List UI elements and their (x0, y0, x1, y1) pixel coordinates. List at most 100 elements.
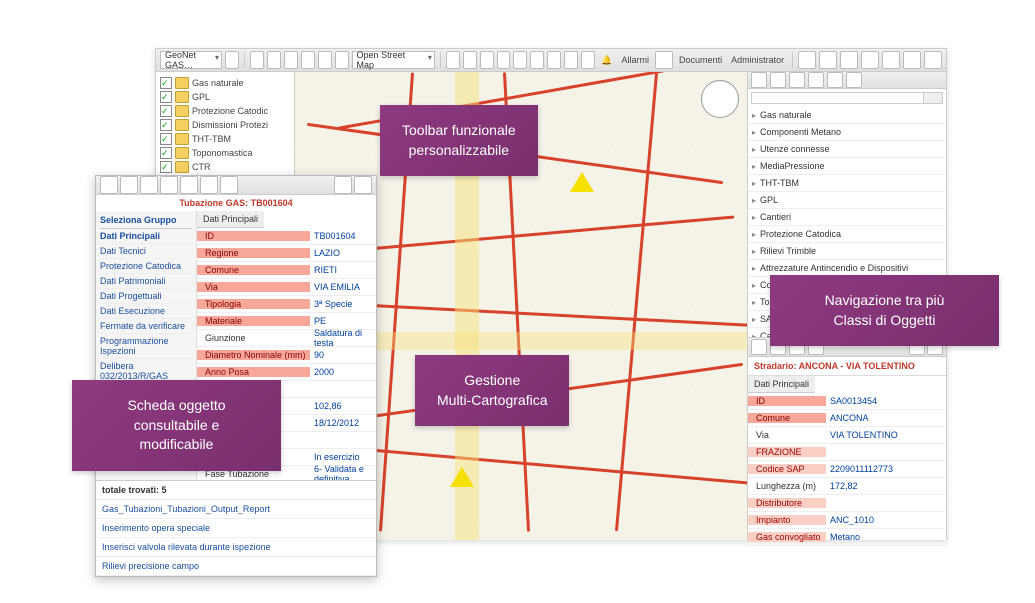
toolbar-icon[interactable] (798, 51, 816, 69)
field-value[interactable]: VIA TOLENTINO (826, 430, 946, 440)
field-value[interactable]: 3ª Specie (310, 299, 376, 309)
detail-group-item[interactable]: Dati Patrimoniali (100, 274, 192, 289)
panel-icon[interactable] (751, 339, 767, 355)
field-value[interactable]: ANCONA (826, 413, 946, 423)
layer-checkbox[interactable] (160, 133, 172, 145)
field-value[interactable]: SA0013454 (826, 396, 946, 406)
bell-icon[interactable]: 🔔 (598, 55, 615, 66)
detail-toolbar-icon[interactable] (200, 176, 218, 194)
layer-checkbox[interactable] (160, 77, 172, 89)
toolbar-icon[interactable] (903, 51, 921, 69)
nav-class-item[interactable]: Cantieri (748, 209, 946, 226)
detail-action-link[interactable]: Rilievi precisione campo (96, 557, 376, 576)
panel-icon[interactable] (751, 72, 767, 88)
detail-action-link[interactable]: Gas_Tubazioni_Tubazioni_Output_Report (96, 500, 376, 519)
toolbar-icon[interactable] (250, 51, 264, 69)
layer-checkbox[interactable] (160, 91, 172, 103)
toolbar-icon[interactable] (301, 51, 315, 69)
toolbar-icon[interactable] (284, 51, 298, 69)
toolbar-icon[interactable] (497, 51, 511, 69)
detail-toolbar-icon[interactable] (120, 176, 138, 194)
detail-toolbar-icon[interactable] (100, 176, 118, 194)
toolbar-icon[interactable] (318, 51, 332, 69)
basemap-select[interactable]: Open Street Map (352, 51, 435, 69)
tree-layer-item[interactable]: Gas naturale (160, 76, 290, 90)
detail-tab[interactable]: Dati Principali (197, 211, 264, 228)
field-value[interactable]: VIA EMILIA (310, 282, 376, 292)
field-value[interactable]: 2209011112773 (826, 464, 946, 474)
field-value[interactable]: Metano (826, 532, 946, 542)
toolbar-icon[interactable] (861, 51, 879, 69)
tree-layer-item[interactable]: THT-TBM (160, 132, 290, 146)
layer-checkbox[interactable] (160, 161, 172, 173)
toolbar-icon[interactable] (267, 51, 281, 69)
panel-icon[interactable] (846, 72, 862, 88)
detail-group-item[interactable]: Protezione Catodica (100, 259, 192, 274)
field-value[interactable]: In esercizio (310, 452, 376, 462)
zoom-out-icon[interactable] (463, 51, 477, 69)
panel-icon[interactable] (789, 72, 805, 88)
toolbar-icon[interactable] (225, 51, 239, 69)
field-value[interactable]: Saldatura di testa (310, 328, 376, 348)
nav-search[interactable] (751, 92, 943, 104)
detail-toolbar-icon[interactable] (160, 176, 178, 194)
field-value[interactable]: TB001604 (310, 231, 376, 241)
toolbar-icon[interactable] (840, 51, 858, 69)
workspace-select[interactable]: GeoNet GAS… (160, 51, 222, 69)
detail-toolbar-icon[interactable] (180, 176, 198, 194)
detail-group-item[interactable]: Dati Progettuali (100, 289, 192, 304)
field-value[interactable]: ANC_1010 (826, 515, 946, 525)
detail-toolbar-icon[interactable] (140, 176, 158, 194)
tree-layer-item[interactable]: Dismissioni Protezi (160, 118, 290, 132)
toolbar-icon[interactable] (564, 51, 578, 69)
field-value[interactable]: 6- Validata e definitiva (310, 464, 376, 480)
map-marker-icon[interactable] (450, 467, 474, 487)
nav-class-item[interactable]: Protezione Catodica (748, 226, 946, 243)
detail-group-item[interactable]: Dati Esecuzione (100, 304, 192, 319)
field-value[interactable]: 18/12/2012 (310, 418, 376, 428)
nav-search-input[interactable] (752, 93, 923, 103)
nav-class-item[interactable]: Utenze connesse (748, 141, 946, 158)
zoom-in-icon[interactable] (446, 51, 460, 69)
field-value[interactable]: 102,86 (310, 401, 376, 411)
detail-toolbar-icon[interactable] (220, 176, 238, 194)
layer-checkbox[interactable] (160, 105, 172, 117)
toolbar-icon[interactable] (547, 51, 561, 69)
panel-icon[interactable] (770, 72, 786, 88)
tree-layer-item[interactable]: CTR (160, 160, 290, 174)
detail-action-link[interactable]: Inserimento opera speciale (96, 519, 376, 538)
stradario-tab[interactable]: Dati Principali (748, 376, 815, 393)
toolbar-icon[interactable] (924, 51, 942, 69)
detail-group-item[interactable]: Fermate da verificare (100, 319, 192, 334)
detail-action-link[interactable]: Inserisci valvola rilevata durante ispez… (96, 538, 376, 557)
field-value[interactable]: PE (310, 316, 376, 326)
tree-layer-item[interactable]: GPL (160, 90, 290, 104)
documents-icon[interactable] (655, 51, 673, 69)
nav-class-item[interactable]: GPL (748, 192, 946, 209)
nav-class-item[interactable]: Rilievi Trimble (748, 243, 946, 260)
tree-layer-item[interactable]: Toponomastica (160, 146, 290, 160)
toolbar-icon[interactable] (581, 51, 595, 69)
compass-control[interactable] (701, 80, 739, 118)
documents-link[interactable]: Documenti (676, 55, 725, 65)
next-record-icon[interactable] (354, 176, 372, 194)
prev-record-icon[interactable] (334, 176, 352, 194)
detail-group-item[interactable]: Programmazione Ispezioni (100, 334, 192, 359)
layer-checkbox[interactable] (160, 119, 172, 131)
toolbar-icon[interactable] (530, 51, 544, 69)
toolbar-icon[interactable] (513, 51, 527, 69)
pan-icon[interactable] (480, 51, 494, 69)
detail-group-item[interactable]: Dati Tecnici (100, 244, 192, 259)
search-button[interactable] (923, 93, 942, 103)
panel-icon[interactable] (808, 72, 824, 88)
layer-checkbox[interactable] (160, 147, 172, 159)
detail-group-item[interactable]: Dati Principali (100, 229, 192, 244)
field-value[interactable]: LAZIO (310, 248, 376, 258)
toolbar-icon[interactable] (882, 51, 900, 69)
field-value[interactable]: 2000 (310, 367, 376, 377)
nav-class-item[interactable]: Componenti Metano (748, 124, 946, 141)
toolbar-icon[interactable] (819, 51, 837, 69)
nav-class-item[interactable]: THT-TBM (748, 175, 946, 192)
field-value[interactable]: RIETI (310, 265, 376, 275)
tree-layer-item[interactable]: Protezione Catodic (160, 104, 290, 118)
